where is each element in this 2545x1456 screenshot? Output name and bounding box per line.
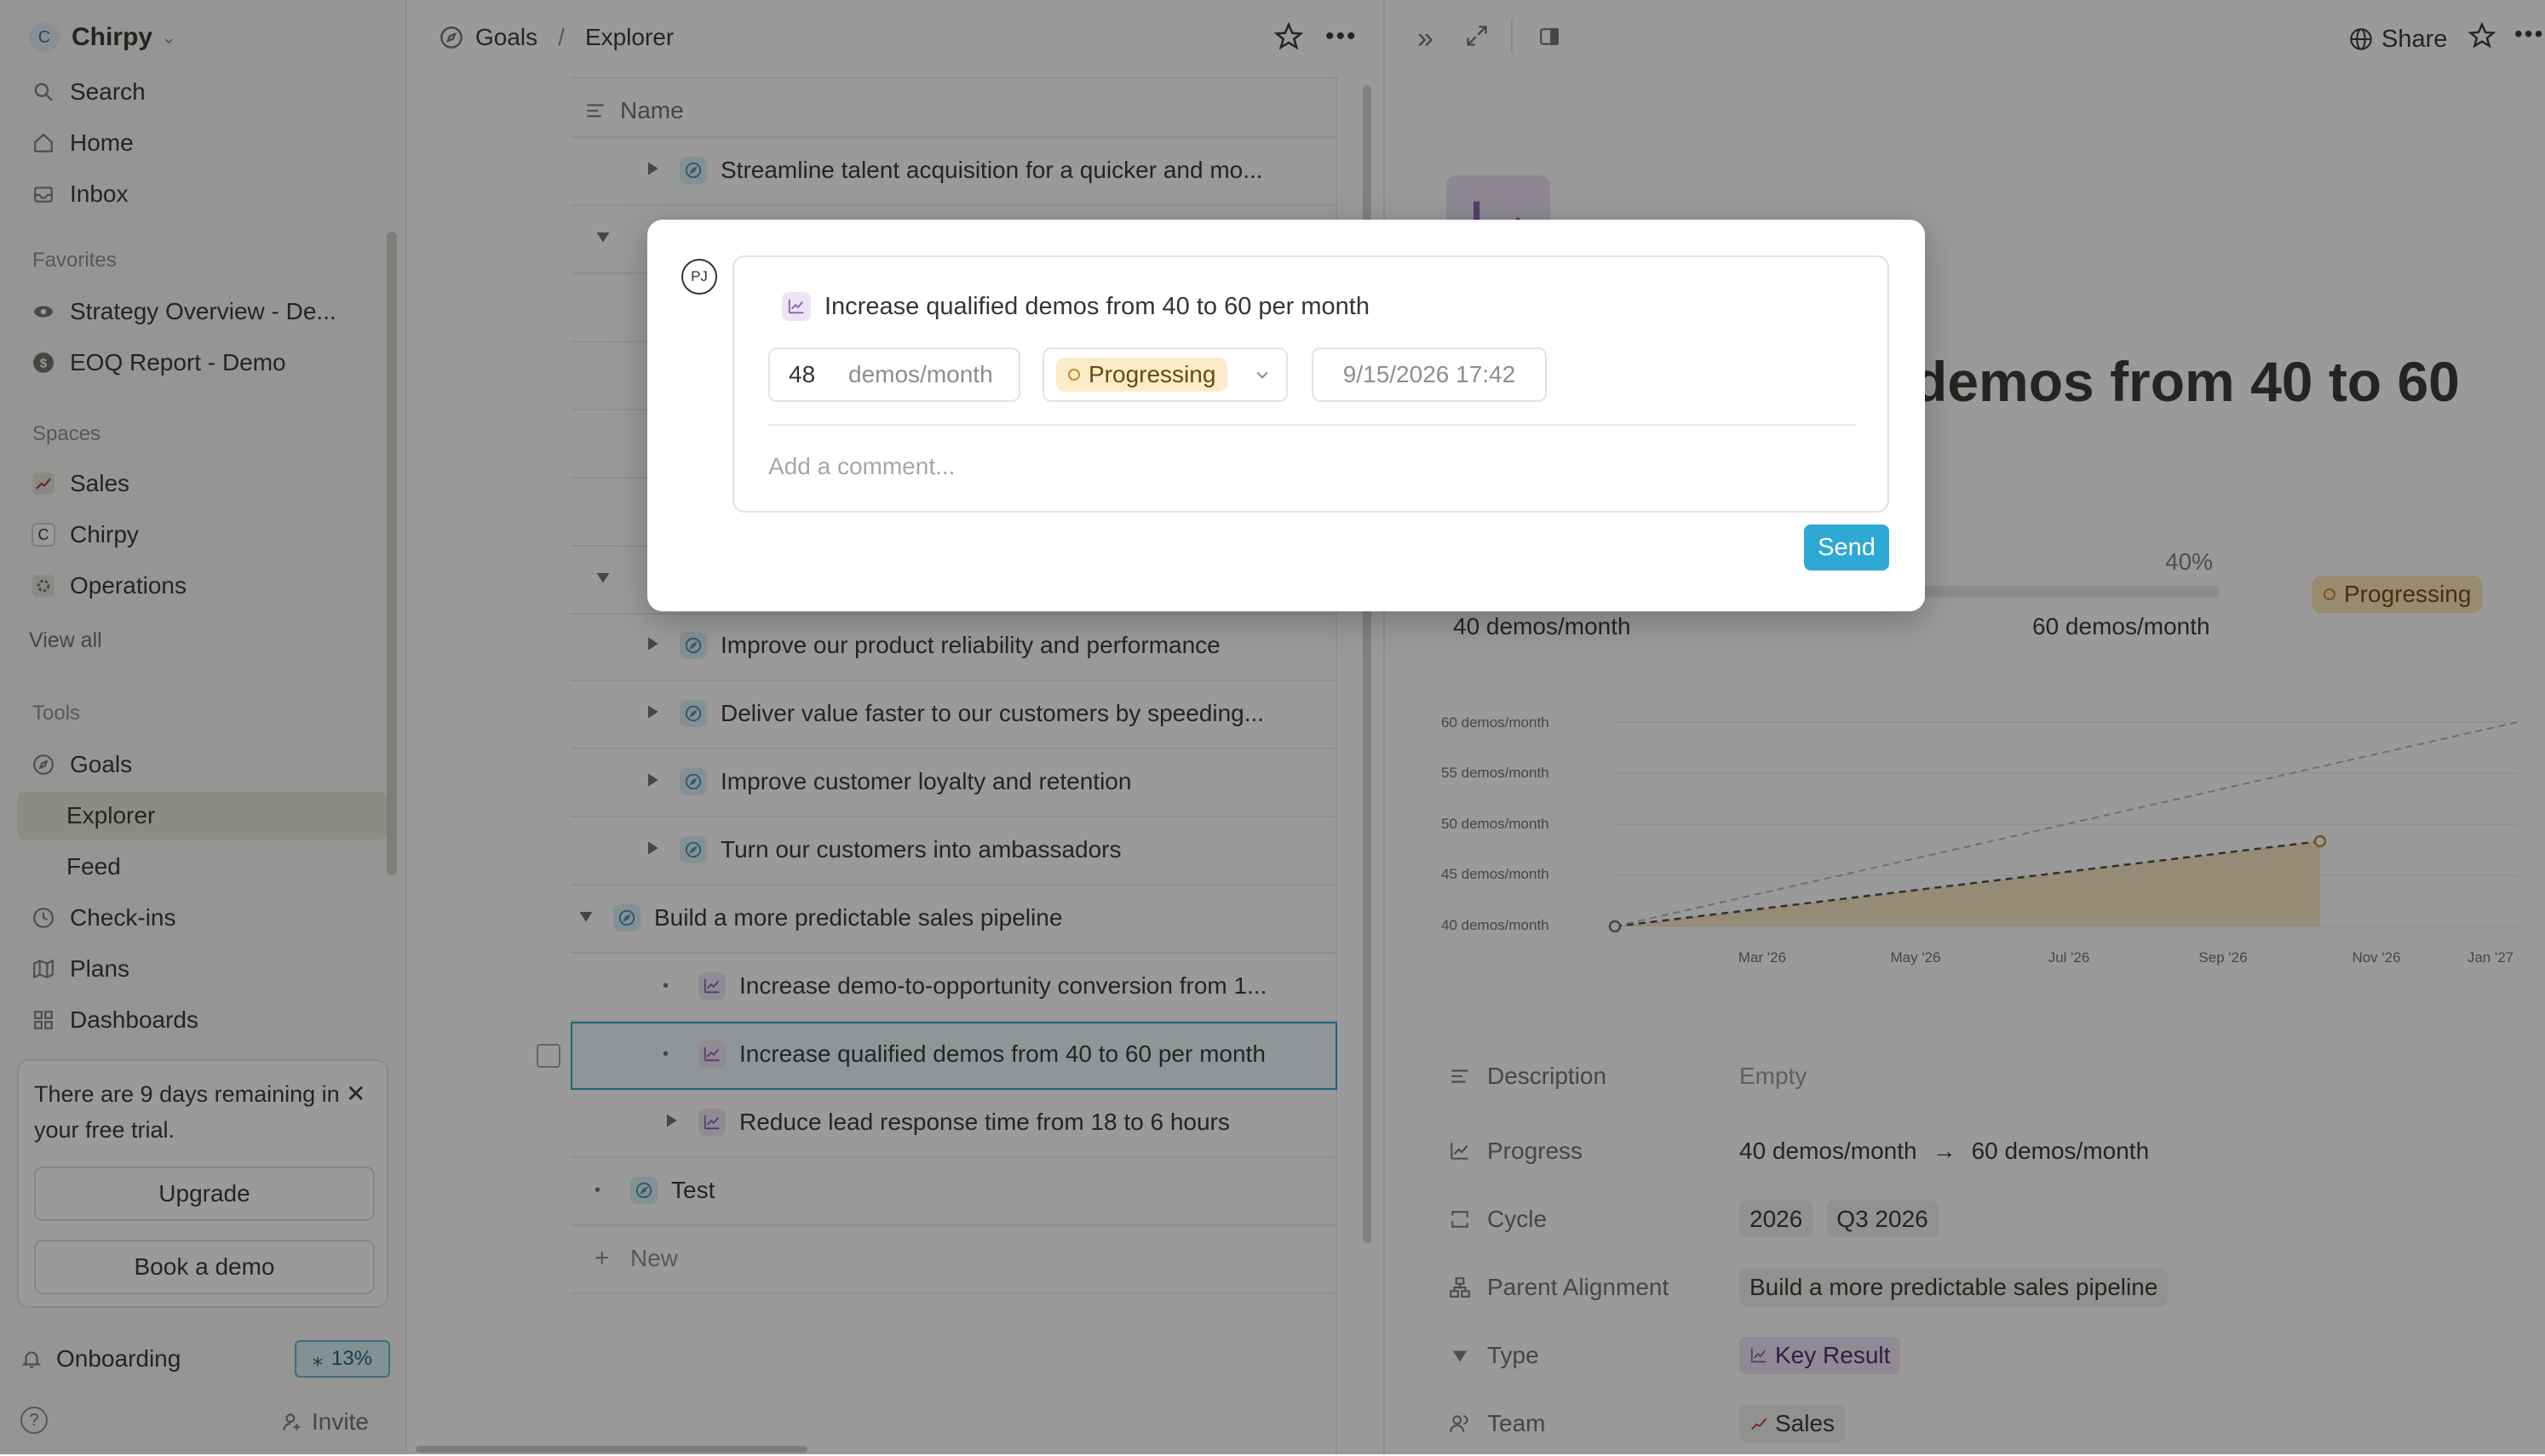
check-in-card: Increase qualified demos from 40 to 60 p…: [732, 255, 1889, 513]
value-unit: demos/month: [848, 361, 993, 387]
status-select[interactable]: Progressing: [1043, 347, 1288, 402]
value-input[interactable]: 48 demos/month: [768, 347, 1020, 402]
divider: [768, 424, 1855, 426]
check-in-modal: PJ Increase qualified demos from 40 to 6…: [647, 220, 1925, 611]
status-dot-icon: [1068, 369, 1080, 381]
value-number: 48: [789, 361, 816, 387]
status-badge: Progressing: [1056, 358, 1228, 392]
send-button[interactable]: Send: [1804, 525, 1889, 570]
chevron-down-icon: [1254, 366, 1271, 383]
comment-input[interactable]: Add a comment...: [768, 441, 1855, 492]
user-avatar: PJ: [681, 259, 717, 295]
modal-goal-title: Increase qualified demos from 40 to 60 p…: [782, 289, 1370, 324]
modal-title-text: Increase qualified demos from 40 to 60 p…: [824, 292, 1370, 320]
key-result-icon: [782, 292, 811, 321]
date-time-input[interactable]: 9/15/2026 17:42: [1312, 347, 1547, 402]
modal-backdrop[interactable]: [0, 0, 2545, 1454]
status-label: Progressing: [1089, 361, 1216, 387]
